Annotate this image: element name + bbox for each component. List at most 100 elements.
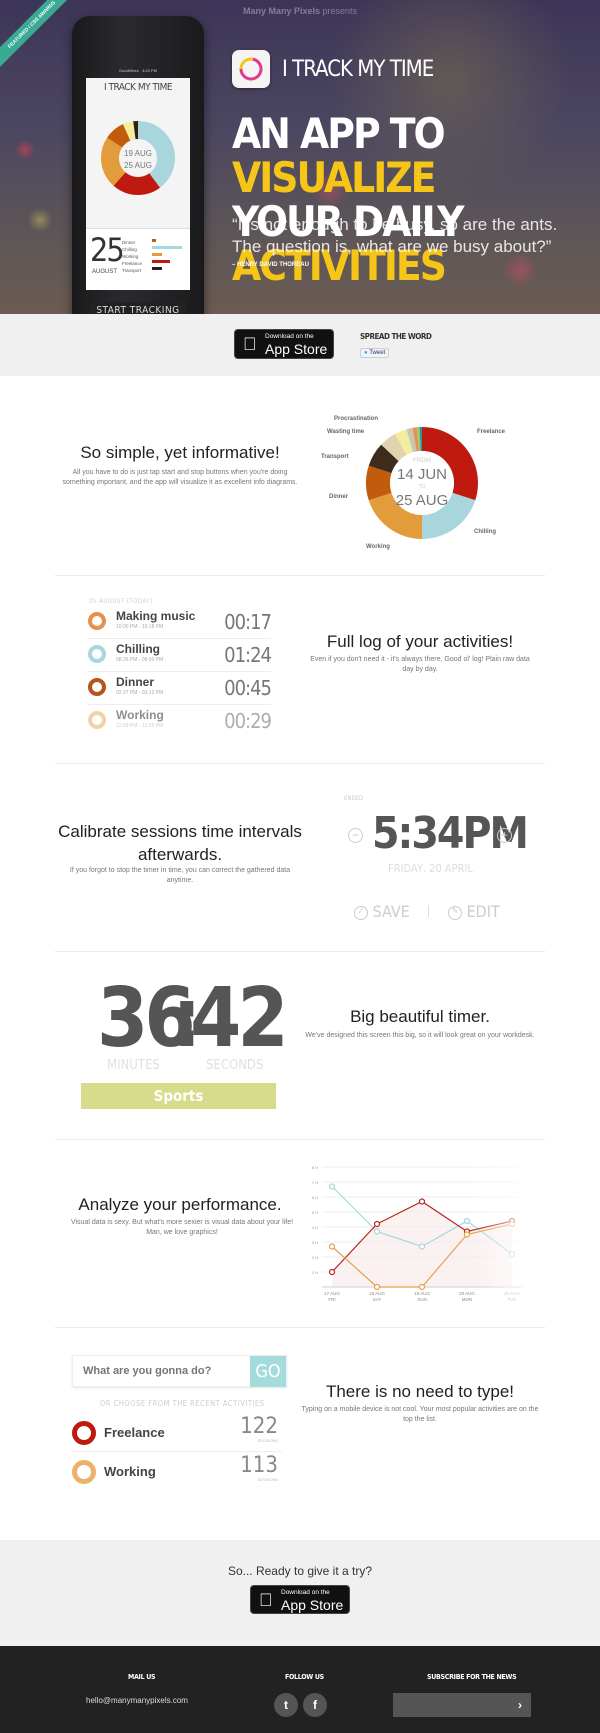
section-divider — [55, 575, 545, 576]
donut-from-date: 14 JUN — [397, 466, 447, 483]
section-divider — [55, 763, 545, 764]
donut-label-dinner: Dinner — [329, 494, 349, 500]
decrease-time-button[interactable]: − — [348, 828, 363, 843]
phone-status-bar: GoodVibes 4:20 PM — [86, 68, 190, 73]
twitter-icon[interactable]: t — [274, 1693, 298, 1717]
phone-list-item: Dinner — [122, 240, 136, 245]
data-point-freelance — [373, 1220, 381, 1228]
cta-text: So... Ready to give it a try? — [227, 1564, 373, 1578]
y-tick-label: 3 H — [312, 1240, 318, 1245]
subscribe-heading: SUBSCRIBE FOR THE NEWS — [427, 1673, 517, 1681]
brand-name[interactable]: Many Many Pixels — [243, 6, 320, 16]
data-point-working — [373, 1283, 381, 1291]
subscribe-email-input[interactable] — [393, 1693, 531, 1717]
activity-ring-icon — [72, 1460, 96, 1484]
headline-part: AN APP TO — [232, 109, 446, 158]
calibrate-text: If you forgot to stop the timer in time,… — [69, 867, 291, 884]
increase-time-button[interactable]: + — [497, 828, 512, 843]
data-point-chilling — [463, 1217, 471, 1225]
line-chart: 1 H2 H3 H4 H5 H6 H7 H8 H17 AUGFRI18 AUGS… — [312, 1155, 530, 1305]
y-tick-label: 2 H — [312, 1255, 318, 1260]
phone-app-title: I TRACK MY TIME — [103, 82, 173, 93]
headline-highlight: VISUALIZE — [232, 153, 436, 202]
edit-button[interactable]: ✎ EDIT — [448, 902, 500, 921]
app-store-small: Download on the — [281, 1589, 330, 1596]
email-link[interactable]: hello@manymanypixels.com — [86, 1696, 188, 1705]
calibrate-title-line: afterwards. — [137, 845, 223, 864]
x-tick-label: 19 AUG — [414, 1291, 430, 1296]
activity-input[interactable] — [73, 1356, 253, 1386]
recent-activity-item[interactable]: Freelance 122 SESSIONS — [72, 1414, 282, 1452]
phone-donut-from: 19 AUG — [124, 149, 152, 158]
phone-donut-chart: 19 AUG 25 AUG — [101, 121, 175, 195]
log-activity-name: Working — [116, 708, 164, 722]
donut-chart: FROM 14 JUN TO 25 AUG — [366, 427, 478, 539]
data-point-chilling — [373, 1228, 381, 1235]
y-tick-label: 1 H — [312, 1270, 318, 1275]
y-tick-label: 7 H — [312, 1180, 318, 1185]
follow-us-heading: FOLLOW US — [285, 1673, 324, 1681]
chart-fade — [472, 1155, 530, 1305]
tweet-button[interactable]: ● Tweet — [360, 348, 390, 358]
log-duration: 00:29 — [224, 709, 272, 733]
notype-text: Typing on a mobile device is not cool. Y… — [301, 1406, 539, 1423]
log-duration: 01:24 — [224, 643, 272, 667]
activity-ring-icon — [88, 645, 106, 663]
data-point-freelance — [328, 1268, 336, 1276]
presents-line: Many Many Pixels presents — [0, 6, 600, 16]
log-row[interactable]: Dinner 02:27 PM - 03:12 PM 00:45 — [88, 672, 272, 705]
quote-line: The question is, what are we busy about?… — [232, 237, 552, 256]
section-divider — [55, 951, 545, 952]
log-row[interactable]: Chilling 08:26 PM - 09:50 PM 01:24 — [88, 639, 272, 672]
donut-label-freelance: Freelance — [477, 429, 506, 435]
cta-section: So... Ready to give it a try?  Download… — [0, 1540, 600, 1646]
end-date: FRIDAY, 20 APRIL — [388, 862, 473, 875]
log-time-range: 02:27 PM - 03:12 PM — [116, 690, 164, 696]
presents-text: presents — [322, 6, 358, 16]
phone-list-item: Chilling — [122, 247, 137, 252]
y-tick-label: 4 H — [312, 1225, 318, 1230]
cta-app-store-button[interactable]:  Download on the App Store — [250, 1585, 350, 1614]
x-tick-sublabel: SUN — [417, 1297, 427, 1302]
phone-bar — [152, 267, 162, 270]
session-unit: SESSIONS — [257, 1477, 278, 1482]
log-row[interactable]: Working 12:09 PM - 12:39 PM 00:29 — [88, 705, 272, 738]
quote-line: “It's not enough to be busy, so are the … — [232, 215, 558, 234]
hero-section: Many Many Pixels presents FEATURED / CSS… — [0, 0, 600, 314]
timer-title: Big beautiful timer. — [350, 1007, 490, 1026]
button-separator — [428, 905, 429, 917]
donut-to-date: 25 AUG — [396, 492, 449, 509]
analyze-text: Visual data is sexy. But what's more sex… — [68, 1218, 296, 1238]
app-store-button[interactable]:  Download on the App Store — [234, 329, 334, 359]
phone-bar — [152, 253, 162, 256]
donut-from-label: FROM — [413, 458, 431, 464]
donut-label-procrastination: Procrastination — [334, 416, 379, 422]
phone-list-item: Transport — [122, 268, 142, 273]
log-title: Full log of your activities! — [326, 632, 514, 651]
phone-screen: GoodVibes 4:20 PM I TRACK MY TIME 19 AUG… — [86, 68, 190, 290]
facebook-icon[interactable]: f — [303, 1693, 327, 1717]
analyze-text-line: Visual data is sexy. But what's more sex… — [70, 1219, 294, 1226]
donut-label-transport: Transport — [321, 454, 349, 460]
footer: MAIL US hello@manymanypixels.com FOLLOW … — [0, 1646, 600, 1733]
go-button[interactable]: GO — [250, 1356, 286, 1387]
log-row[interactable]: Making music 10:00 PM - 10:18 PM 00:17 — [88, 606, 272, 639]
chevron-right-icon[interactable]: › — [518, 1698, 522, 1712]
data-point-working — [463, 1231, 471, 1238]
donut-to-label: TO — [419, 484, 426, 490]
session-count: 122 — [240, 1414, 278, 1439]
x-tick-sublabel: SAT — [373, 1297, 382, 1302]
log-date-header: 25 AUGUST (TODAY) — [89, 598, 153, 605]
y-tick-label: 6 H — [312, 1195, 318, 1200]
recent-activity-name: Freelance — [104, 1425, 165, 1440]
log-time-range: 08:26 PM - 09:50 PM — [116, 657, 164, 663]
log-activity-name: Chilling — [116, 642, 160, 656]
save-button[interactable]: ✓ SAVE — [354, 902, 410, 921]
section-divider — [55, 1327, 545, 1328]
recent-activity-item[interactable]: Working 113 SESSIONS — [72, 1453, 282, 1491]
activity-ring-icon — [88, 678, 106, 696]
donut-label-working: Working — [366, 544, 390, 550]
check-icon: ✓ — [354, 905, 368, 920]
phone-bars — [152, 239, 182, 274]
y-tick-label: 5 H — [312, 1210, 318, 1215]
